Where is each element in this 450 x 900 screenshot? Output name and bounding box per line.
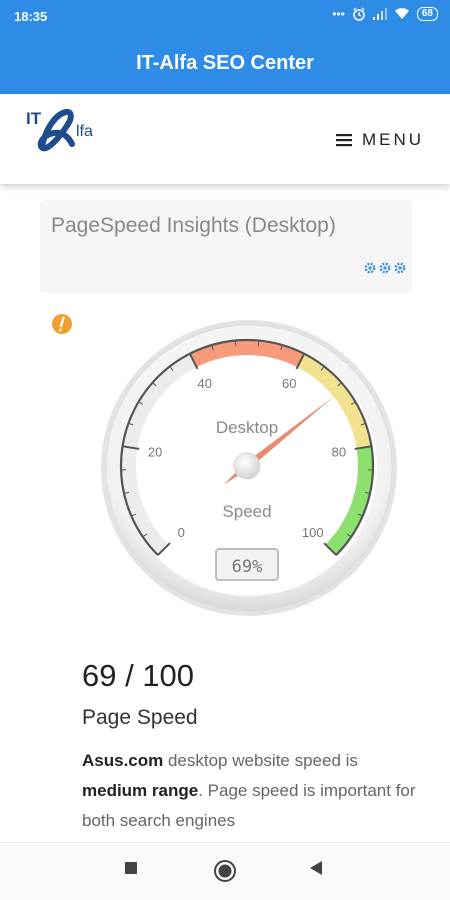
gauge-tick-label: 40	[198, 376, 212, 391]
it-alfa-logo[interactable]: IT lfa	[22, 102, 112, 158]
description-text-1: desktop website speed is	[163, 751, 358, 770]
app-screen: 18:35 ••• 68 IT-Alfa SEO Center IT lfa M…	[0, 0, 450, 900]
gauge-label-bottom: Speed	[222, 502, 271, 521]
system-nav-bar	[0, 842, 450, 900]
gauge-hub	[233, 452, 261, 480]
app-title: IT-Alfa SEO Center	[136, 52, 314, 74]
hamburger-icon	[335, 134, 352, 147]
svg-text:IT: IT	[26, 109, 42, 128]
recent-apps-button[interactable]	[123, 860, 139, 876]
score-subtitle: Page Speed	[82, 706, 198, 729]
gauge-tick-label: 0	[178, 525, 185, 540]
wifi-icon	[394, 8, 409, 19]
signal-icon	[372, 8, 387, 20]
speed-range: medium range	[82, 781, 199, 800]
app-bar: IT-Alfa SEO Center	[0, 34, 450, 94]
score-value: 69 / 100	[82, 658, 195, 693]
card-title: PageSpeed Insights (Desktop)	[51, 214, 336, 237]
gauge-tick-label: 80	[332, 444, 346, 459]
pagespeed-card: PageSpeed Insights (Desktop)	[40, 200, 412, 293]
gauge-tick-label: 20	[148, 444, 162, 459]
gear-icon	[394, 262, 406, 274]
home-button[interactable]	[213, 859, 237, 883]
alarm-icon	[353, 7, 365, 21]
notification-dots: •••	[332, 7, 345, 21]
loading-gears	[364, 262, 406, 274]
gauge-label-top: Desktop	[216, 418, 278, 437]
gear-icon	[364, 262, 376, 274]
battery-icon: 68	[416, 7, 438, 21]
menu-button[interactable]: MENU	[335, 130, 424, 150]
gear-icon	[379, 262, 391, 274]
gauge-readout: 69%	[232, 557, 263, 577]
gauge-tick-label: 100	[302, 525, 324, 540]
svg-text:lfa: lfa	[76, 123, 93, 140]
speed-description: Asus.com desktop website speed is medium…	[82, 746, 422, 836]
back-button[interactable]	[308, 860, 324, 876]
site-name: Asus.com	[82, 751, 164, 770]
gauge-tick-label: 60	[282, 376, 296, 391]
status-time: 18:35	[14, 9, 48, 24]
status-bar: 18:35 ••• 68	[0, 0, 450, 34]
warning-icon	[52, 314, 72, 334]
menu-label: MENU	[361, 130, 424, 149]
status-icons: ••• 68	[332, 7, 438, 21]
site-header: IT lfa MENU	[0, 94, 450, 184]
speed-gauge: 0 20 40 60 80 100 Desktop Speed 69%	[101, 320, 397, 616]
